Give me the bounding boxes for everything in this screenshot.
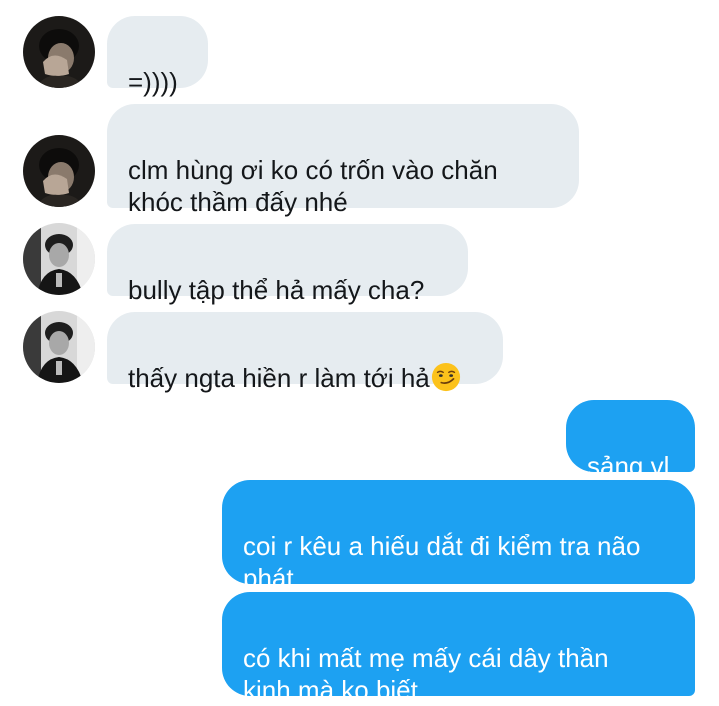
avatar-photo-bw: [23, 223, 95, 295]
message-bubble[interactable]: có khi mất mẹ mấy cái dây thần kinh mà k…: [222, 592, 695, 705]
sender-avatar[interactable]: [23, 223, 95, 295]
message-text: có khi mất mẹ mấy cái dây thần kinh mà k…: [243, 643, 609, 705]
avatar-photo-bw: [23, 311, 95, 383]
message-bubble[interactable]: clm hùng ơi ko có trốn vào chăn khóc thầ…: [107, 104, 579, 217]
message-bubble[interactable]: sảng vl: [566, 400, 695, 481]
message-bubble[interactable]: thấy ngta hiền r làm tới hả: [107, 312, 503, 393]
message-bubble[interactable]: bully tập thể hả mấy cha?: [107, 224, 468, 305]
message-text: bully tập thể hả mấy cha?: [128, 275, 425, 305]
avatar-photo-dark: [23, 135, 95, 207]
message-text: sảng vl: [587, 451, 670, 481]
avatar-photo-dark: [23, 16, 95, 88]
sender-avatar[interactable]: [23, 135, 95, 207]
message-bubble[interactable]: =)))): [107, 16, 208, 97]
message-text: =)))): [128, 67, 178, 97]
sender-avatar[interactable]: [23, 16, 95, 88]
message-text: thấy ngta hiền r làm tới hả: [128, 363, 430, 393]
smirking-face-emoji: [431, 362, 460, 392]
message-text: coi r kêu a hiếu dắt đi kiểm tra não phá…: [243, 531, 641, 593]
message-bubble[interactable]: coi r kêu a hiếu dắt đi kiểm tra não phá…: [222, 480, 695, 593]
sender-avatar[interactable]: [23, 311, 95, 383]
message-text: clm hùng ơi ko có trốn vào chăn khóc thầ…: [128, 155, 498, 217]
